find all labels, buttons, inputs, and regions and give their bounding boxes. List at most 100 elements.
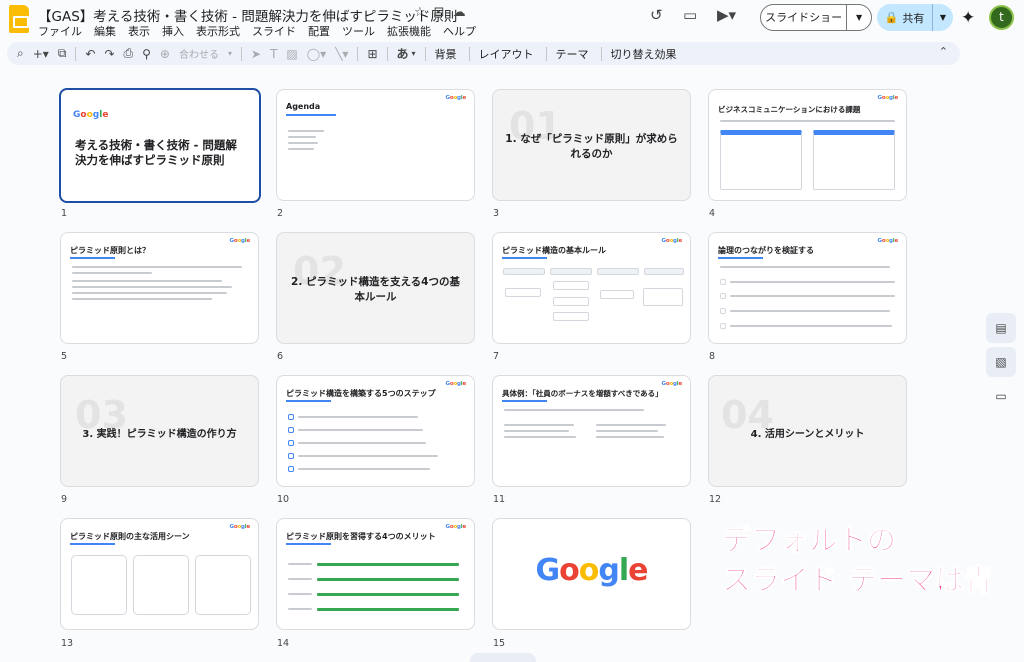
print-icon[interactable]: ⎙ — [124, 46, 134, 61]
avatar[interactable]: t — [989, 5, 1014, 30]
slide-thumbnail-7[interactable]: Google ピラミッド構造の基本ルール — [492, 232, 691, 344]
title-underline — [502, 257, 547, 259]
menu-extensions[interactable]: 拡張機能 — [387, 23, 431, 39]
text-line — [720, 266, 890, 268]
insert-comment-icon[interactable]: ⊞ — [367, 47, 377, 61]
title-icons: ☆ ⊡ ☁ — [414, 5, 466, 20]
slide-thumbnail-4[interactable]: Google ビジネスコミュニケーションにおける課題 — [708, 89, 907, 201]
add-slide-layout-icon[interactable]: ⧉ — [58, 46, 67, 61]
share-button[interactable]: 🔒 共有 ▼ — [877, 4, 953, 31]
google-logo: Google — [661, 238, 683, 244]
meet-video-icon[interactable]: ▶▾ — [717, 6, 736, 24]
text-line — [298, 416, 418, 418]
slide-title: ピラミッド構造の基本ルール — [502, 246, 606, 255]
slide-thumbnail-6[interactable]: 02 2. ピラミッド構造を支える4つの基本ルール — [276, 232, 475, 344]
layout-button[interactable]: レイアウト — [479, 46, 534, 62]
slide-thumbnail-8[interactable]: Google 論理のつながりを検証する — [708, 232, 907, 344]
slide-thumbnail-10[interactable]: Google ピラミッド構造を構築する5つのステップ — [276, 375, 475, 487]
share-label-wrap[interactable]: 🔒 共有 — [877, 4, 933, 31]
text-line — [298, 429, 423, 431]
step-marker — [720, 293, 726, 299]
text-line — [596, 424, 666, 426]
text-box-icon[interactable]: T — [270, 47, 277, 61]
search-menus-icon[interactable]: ⌕ — [17, 46, 24, 61]
toolbar-divider — [241, 46, 242, 61]
image-panel-icon[interactable]: ▧ — [986, 347, 1016, 377]
text-line — [596, 436, 664, 438]
slide-thumbnail-1[interactable]: Google 考える技術・書く技術 - 問題解決力を伸ばすピラミッド原則 — [59, 88, 261, 203]
menu-slide[interactable]: スライド — [252, 23, 296, 39]
menu-file[interactable]: ファイル — [38, 23, 82, 39]
slide-thumbnail-9[interactable]: 03 3. 実践！ピラミッド構造の作り方 — [60, 375, 259, 487]
slide-thumbnail-13[interactable]: Google ピラミッド原則の主な活用シーン — [60, 518, 259, 630]
collapse-toolbar-icon[interactable]: ⌃ — [939, 45, 948, 58]
speaker-notes-icon[interactable]: ▤ — [986, 313, 1016, 343]
move-folder-icon[interactable]: ⊡ — [434, 5, 445, 20]
input-tools-button[interactable]: あ — [397, 45, 409, 62]
slides-logo-icon[interactable] — [9, 5, 29, 33]
text-line — [288, 130, 324, 132]
menu-insert[interactable]: 挿入 — [162, 23, 184, 39]
menu-tools[interactable]: ツール — [342, 23, 375, 39]
text-line — [288, 148, 314, 150]
progress-bar — [317, 563, 459, 566]
folder-icon[interactable]: ▭ — [986, 381, 1016, 411]
slide-title: 具体例：「社員のボーナスを増額すべきである」 — [502, 389, 663, 398]
slides-app: 【GAS】考える技術・書く技術 - 問題解決力を伸ばすピラミッド原則 ☆ ⊡ ☁… — [0, 0, 1024, 662]
toolbar-divider — [424, 46, 426, 61]
slide-thumbnail-15[interactable]: Google — [492, 518, 691, 630]
select-cursor-icon[interactable]: ➤ — [251, 47, 261, 61]
slideshow-button[interactable]: スライドショー ▼ — [760, 4, 872, 31]
comments-icon[interactable]: ▭ — [683, 6, 697, 24]
share-dropdown-icon[interactable]: ▼ — [933, 13, 953, 22]
shape-icon[interactable]: ◯▾ — [307, 47, 326, 61]
image-icon[interactable]: ▨ — [286, 47, 297, 61]
zoom-select[interactable]: 合わせる — [179, 46, 219, 61]
menu-edit[interactable]: 編集 — [94, 23, 116, 39]
progress-bar — [317, 608, 459, 611]
history-icon[interactable]: ↺ — [650, 6, 663, 24]
slideshow-dropdown-icon[interactable]: ▼ — [847, 13, 871, 22]
gemini-sparkle-icon[interactable]: ✦ — [961, 8, 975, 28]
cloud-status-icon[interactable]: ☁ — [453, 5, 466, 20]
slideshow-label[interactable]: スライドショー — [761, 5, 848, 30]
slide-thumbnail-14[interactable]: Google ピラミッド原則を習得する4つのメリット — [276, 518, 475, 630]
paint-format-icon[interactable]: ⚲ — [142, 47, 151, 61]
content-block — [133, 555, 189, 615]
title-underline — [718, 257, 763, 259]
star-icon[interactable]: ☆ — [414, 5, 426, 20]
menu-help[interactable]: ヘルプ — [443, 23, 476, 39]
share-label: 共有 — [902, 11, 925, 25]
content-block — [643, 288, 683, 306]
text-line — [72, 272, 152, 274]
slide-thumbnail-2[interactable]: Google Agenda — [276, 89, 475, 201]
document-title[interactable]: 【GAS】考える技術・書く技術 - 問題解決力を伸ばすピラミッド原則 — [38, 5, 457, 25]
slide-thumbnail-12[interactable]: 04 4. 活用シーンとメリット — [708, 375, 907, 487]
menu-format[interactable]: 表示形式 — [196, 23, 240, 39]
text-line — [730, 295, 895, 297]
content-block — [505, 288, 541, 297]
theme-button[interactable]: テーマ — [556, 46, 589, 62]
menu-view[interactable]: 表示 — [128, 23, 150, 39]
input-tools-dropdown-icon[interactable]: ▾ — [412, 49, 416, 58]
transition-button[interactable]: 切り替え効果 — [611, 46, 677, 62]
slide-title: 4. 活用シーンとメリット — [750, 429, 865, 440]
text-line — [504, 409, 644, 411]
zoom-icon[interactable]: ⊕ — [160, 47, 170, 61]
background-button[interactable]: 背景 — [435, 46, 457, 62]
slide-thumbnail-3[interactable]: 01 1. なぜ「ピラミッド原則」が求められるのか — [492, 89, 691, 201]
redo-icon[interactable]: ↷ — [104, 47, 114, 61]
new-slide-icon[interactable]: +▾ — [33, 47, 49, 61]
zoom-dropdown-icon[interactable]: ▾ — [228, 49, 232, 58]
toolbar-divider — [75, 46, 77, 61]
google-logo: Google — [73, 110, 109, 120]
undo-icon[interactable]: ↶ — [85, 47, 95, 61]
zoom-control[interactable] — [470, 653, 536, 662]
line-icon[interactable]: ╲▾ — [335, 47, 348, 61]
menu-arrange[interactable]: 配置 — [308, 23, 330, 39]
text-line — [72, 292, 227, 294]
progress-bar — [317, 593, 459, 596]
content-block — [597, 268, 639, 275]
slide-thumbnail-11[interactable]: Google 具体例：「社員のボーナスを増額すべきである」 — [492, 375, 691, 487]
slide-thumbnail-5[interactable]: Google ピラミッド原則とは？ — [60, 232, 259, 344]
